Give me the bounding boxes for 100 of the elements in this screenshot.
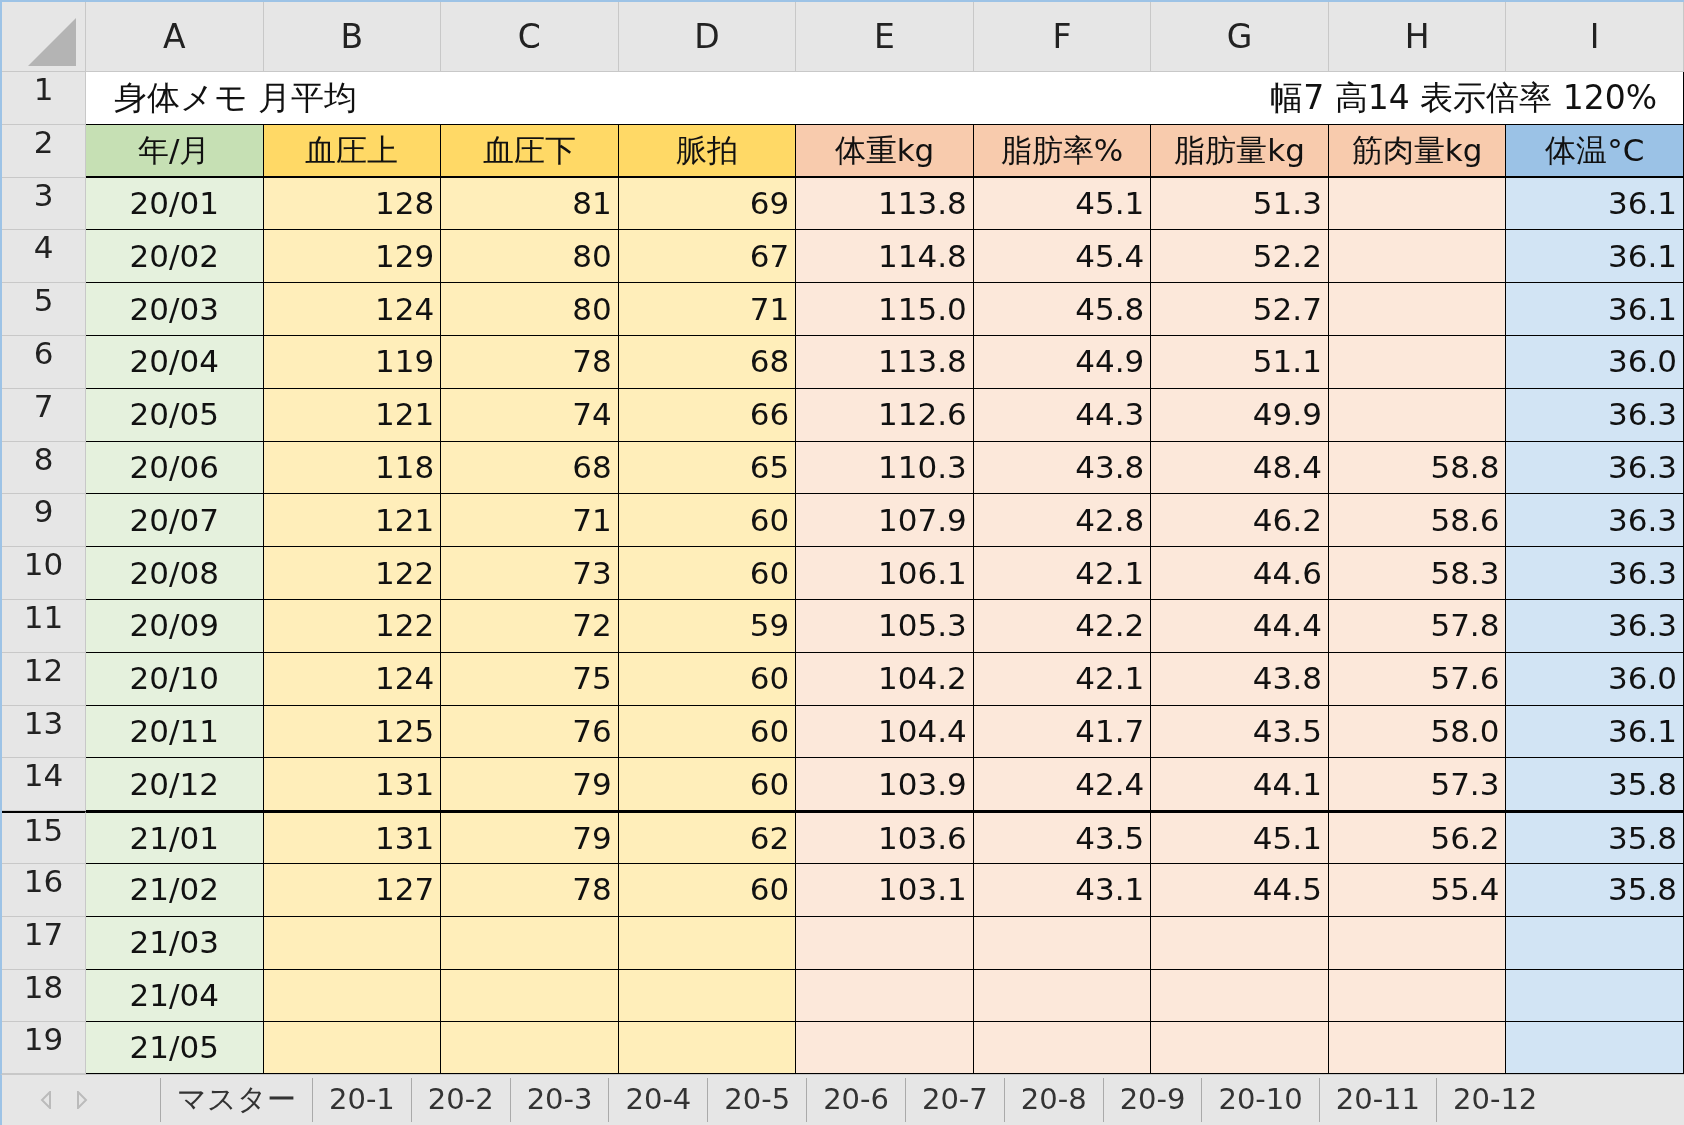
select-all-corner[interactable] bbox=[2, 2, 86, 72]
table-cell: 103.1 bbox=[796, 863, 974, 917]
table-cell: 36.1 bbox=[1506, 705, 1684, 759]
table-cell: 115.0 bbox=[796, 283, 974, 336]
table-cell: 69 bbox=[618, 177, 797, 231]
row-header[interactable]: 10 bbox=[2, 547, 86, 600]
table-cell: 104.4 bbox=[796, 705, 974, 759]
sheet-tab[interactable]: 20-2 bbox=[410, 1078, 510, 1122]
table-cell: 43.8 bbox=[1151, 652, 1329, 706]
table-cell: 65 bbox=[618, 441, 797, 495]
column-header[interactable]: D bbox=[618, 2, 797, 72]
table-cell: 45.1 bbox=[973, 177, 1152, 231]
table-cell: 75 bbox=[441, 652, 619, 706]
column-header[interactable]: E bbox=[796, 2, 974, 72]
table-cell: 36.3 bbox=[1506, 388, 1684, 442]
column-header[interactable]: C bbox=[441, 2, 619, 72]
row-header[interactable]: 16 bbox=[2, 863, 86, 917]
sheet-tab[interactable]: 20-1 bbox=[312, 1078, 411, 1122]
column-header[interactable]: B bbox=[263, 2, 442, 72]
row-header[interactable]: 13 bbox=[2, 705, 86, 759]
table-cell: 35.8 bbox=[1506, 758, 1684, 812]
row-header[interactable]: 18 bbox=[2, 969, 86, 1023]
table-cell: 131 bbox=[263, 811, 442, 864]
table-cell: 127 bbox=[263, 863, 442, 917]
row-header[interactable]: 1 bbox=[2, 72, 86, 125]
column-title: 脂肪量kg bbox=[1151, 124, 1329, 178]
table-cell: 21/04 bbox=[86, 969, 264, 1023]
table-cell: 79 bbox=[441, 758, 619, 812]
row-header[interactable]: 7 bbox=[2, 388, 86, 442]
sheet-tab[interactable]: 20-7 bbox=[904, 1078, 1004, 1122]
table-cell: 41.7 bbox=[973, 705, 1152, 759]
table-cell: 58.0 bbox=[1328, 705, 1507, 759]
table-cell: 59 bbox=[618, 599, 797, 653]
table-cell: 112.6 bbox=[796, 388, 974, 442]
table-cell: 73 bbox=[441, 547, 619, 600]
table-cell: 78 bbox=[441, 336, 619, 389]
row-header[interactable]: 4 bbox=[2, 230, 86, 284]
column-header[interactable]: I bbox=[1506, 2, 1684, 72]
column-header[interactable]: G bbox=[1151, 2, 1329, 72]
column-header[interactable]: F bbox=[973, 2, 1152, 72]
table-cell: 62 bbox=[618, 811, 797, 864]
sheet-note: 幅7 高14 表示倍率 120% bbox=[973, 72, 1684, 125]
table-cell: 67 bbox=[618, 230, 797, 284]
row-header[interactable]: 3 bbox=[2, 177, 86, 231]
sheet-tab[interactable]: 20-3 bbox=[509, 1078, 609, 1122]
table-cell: 20/11 bbox=[86, 705, 264, 759]
table-cell: 52.7 bbox=[1151, 283, 1329, 336]
sheet-tab[interactable]: 20-10 bbox=[1201, 1078, 1319, 1122]
sheet-tab[interactable]: 20-6 bbox=[806, 1078, 905, 1122]
table-cell: 68 bbox=[441, 441, 619, 495]
table-cell: 105.3 bbox=[796, 599, 974, 653]
table-cell: 43.1 bbox=[973, 863, 1152, 917]
table-cell: 21/01 bbox=[86, 811, 264, 864]
table-cell: 20/04 bbox=[86, 336, 264, 389]
table-cell: 20/05 bbox=[86, 388, 264, 442]
table-cell: 58.6 bbox=[1328, 494, 1507, 548]
row-header[interactable]: 19 bbox=[2, 1022, 86, 1074]
sheet-tab[interactable]: マスター bbox=[160, 1078, 312, 1122]
sheet-tab[interactable]: 20-11 bbox=[1318, 1078, 1436, 1122]
row-header[interactable]: 5 bbox=[2, 283, 86, 336]
table-cell: 20/06 bbox=[86, 441, 264, 495]
table-cell: 20/08 bbox=[86, 547, 264, 600]
table-cell: 80 bbox=[441, 230, 619, 284]
table-cell: 71 bbox=[618, 283, 797, 336]
column-header[interactable]: H bbox=[1328, 2, 1507, 72]
table-cell: 60 bbox=[618, 758, 797, 812]
sheet-tab[interactable]: 20-8 bbox=[1003, 1078, 1103, 1122]
sheet-tab[interactable]: 20-12 bbox=[1436, 1078, 1554, 1122]
row-header[interactable]: 11 bbox=[2, 599, 86, 653]
table-cell: 36.0 bbox=[1506, 336, 1684, 389]
table-cell: 79 bbox=[441, 811, 619, 864]
table-cell: 36.1 bbox=[1506, 230, 1684, 284]
row-header[interactable]: 9 bbox=[2, 494, 86, 548]
row-header[interactable]: 15 bbox=[2, 811, 86, 864]
row-header[interactable]: 8 bbox=[2, 441, 86, 495]
row-header[interactable]: 2 bbox=[2, 124, 86, 178]
table-cell: 20/12 bbox=[86, 758, 264, 812]
sheet-tab[interactable]: 20-4 bbox=[608, 1078, 708, 1122]
scroll-right-icon[interactable] bbox=[76, 1091, 88, 1109]
table-cell: 57.3 bbox=[1328, 758, 1507, 812]
table-cell: 36.0 bbox=[1506, 652, 1684, 706]
column-title: 体重kg bbox=[796, 124, 974, 178]
table-cell: 58.8 bbox=[1328, 441, 1507, 495]
scroll-left-icon[interactable] bbox=[40, 1091, 52, 1109]
table-cell: 21/02 bbox=[86, 863, 264, 917]
table-cell: 125 bbox=[263, 705, 442, 759]
column-title: 体温°C bbox=[1506, 124, 1684, 178]
table-cell: 55.4 bbox=[1328, 863, 1507, 917]
sheet-tab[interactable]: 20-9 bbox=[1102, 1078, 1202, 1122]
table-cell: 129 bbox=[263, 230, 442, 284]
column-header[interactable]: A bbox=[86, 2, 264, 72]
table-cell: 56.2 bbox=[1328, 811, 1507, 864]
row-header[interactable]: 12 bbox=[2, 652, 86, 706]
sheet-tab[interactable]: 20-5 bbox=[707, 1078, 807, 1122]
table-cell: 20/09 bbox=[86, 599, 264, 653]
row-header[interactable]: 14 bbox=[2, 758, 86, 812]
table-cell: 43.5 bbox=[1151, 705, 1329, 759]
row-header[interactable]: 6 bbox=[2, 336, 86, 389]
row-header[interactable]: 17 bbox=[2, 916, 86, 970]
table-cell: 104.2 bbox=[796, 652, 974, 706]
